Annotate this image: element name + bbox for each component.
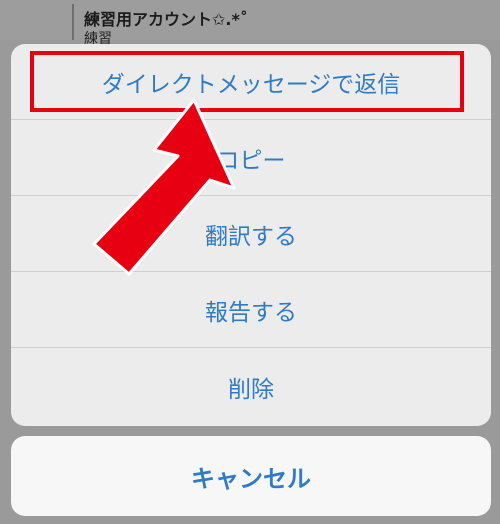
report-button[interactable]: 報告する (11, 272, 491, 348)
delete-button[interactable]: 削除 (11, 348, 491, 426)
thread-line (72, 4, 74, 40)
cancel-button[interactable]: キャンセル (11, 436, 491, 516)
background-post-header: 練習用アカウント✩.*˚ 練習 (0, 0, 500, 47)
account-name: 練習用アカウント✩.*˚ (84, 10, 248, 29)
pointer-arrow-icon (92, 98, 236, 276)
